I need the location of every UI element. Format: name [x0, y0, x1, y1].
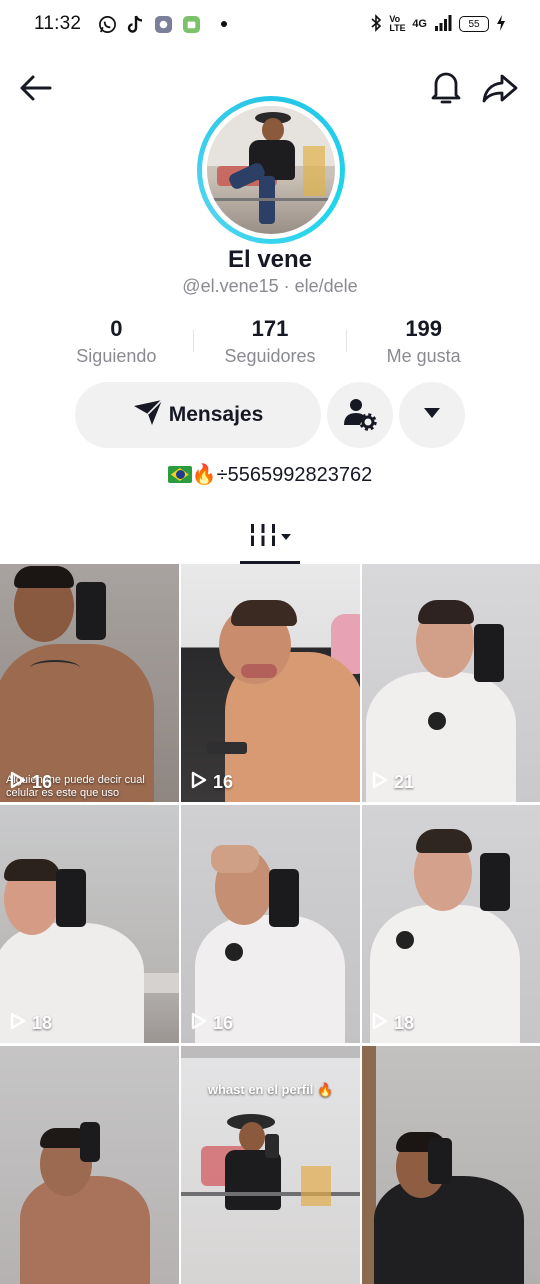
view-count-value: 21	[394, 772, 415, 792]
play-icon	[372, 1012, 388, 1035]
profile-handle: @el.vene15 · ele/dele	[182, 276, 358, 296]
following-label: Siguiendo	[76, 346, 157, 366]
video-overlay-text: whast en el perfil 🔥	[207, 1082, 334, 1097]
video-thumbnail[interactable]: whast en el perfil 🔥	[181, 1046, 360, 1284]
followers-label: Seguidores	[224, 346, 316, 366]
video-thumbnail[interactable]: 18	[0, 805, 179, 1043]
stat-followers[interactable]: 171 Seguidores	[194, 316, 347, 372]
play-icon	[10, 771, 26, 794]
view-count-value: 16	[213, 1013, 234, 1033]
video-grid: Alguien me puede decir cual celular es e…	[0, 564, 540, 1284]
avatar-border	[202, 101, 340, 239]
followers-count: 171	[251, 316, 289, 341]
view-count: 21	[372, 771, 414, 794]
more-notifications-dot	[221, 21, 228, 27]
share-icon[interactable]	[480, 68, 520, 108]
brazil-flag-icon	[167, 466, 192, 483]
content-tabs	[0, 510, 540, 564]
send-icon	[133, 398, 163, 432]
video-thumbnail[interactable]: 18	[362, 805, 540, 1043]
view-count: 18	[372, 1012, 414, 1035]
video-thumbnail[interactable]	[0, 1046, 179, 1284]
view-count-value: 18	[394, 1013, 415, 1033]
back-arrow-icon[interactable]	[18, 70, 54, 106]
video-thumbnail[interactable]	[362, 1046, 540, 1284]
stat-following[interactable]: 0 Siguiendo	[40, 316, 193, 372]
profile-bio: 🔥÷5565992823762	[0, 462, 540, 487]
profile-name: El vene	[227, 246, 313, 273]
play-icon	[191, 771, 207, 794]
view-count: 16	[10, 771, 52, 794]
video-thumbnail[interactable]: 21	[362, 564, 540, 802]
profile-stats: 0 Siguiendo 171 Seguidores 199 Me gusta	[40, 316, 500, 372]
play-icon	[191, 1012, 207, 1035]
android-app-icon	[181, 14, 201, 34]
user-settings-button[interactable]	[327, 382, 393, 448]
video-thumbnail[interactable]: Alguien me puede decir cual celular es e…	[0, 564, 179, 802]
following-count: 0	[110, 316, 123, 341]
likes-label: Me gusta	[386, 346, 461, 366]
network-type: 4G	[412, 18, 427, 30]
tiktok-icon	[125, 14, 145, 34]
view-count-value: 18	[32, 1013, 53, 1033]
view-count: 16	[191, 771, 233, 794]
stat-likes: 199 Me gusta	[347, 316, 500, 372]
more-options-dropdown[interactable]	[399, 382, 465, 448]
play-icon	[372, 771, 388, 794]
charging-icon	[496, 14, 506, 34]
app-notification-icon	[153, 14, 173, 34]
bluetooth-icon	[370, 13, 382, 35]
avatar-story-ring[interactable]	[197, 96, 345, 244]
video-thumbnail[interactable]: 16	[181, 805, 360, 1043]
avatar	[207, 106, 335, 234]
status-time: 11:32	[34, 13, 82, 34]
tab-videos[interactable]	[240, 516, 300, 558]
volte-indicator: Vo LTE	[389, 14, 406, 33]
video-thumbnail[interactable]: 16	[181, 564, 360, 802]
signal-icon	[434, 14, 452, 34]
view-count-value: 16	[32, 772, 53, 792]
bell-icon[interactable]	[428, 68, 464, 106]
view-count: 18	[10, 1012, 52, 1035]
tab-dropdown-caret-icon	[281, 528, 291, 546]
whatsapp-icon	[97, 14, 117, 34]
battery-level: 55	[468, 18, 480, 30]
user-gear-icon	[342, 395, 378, 436]
message-button-label: Mensajes	[168, 403, 264, 426]
message-button[interactable]: Mensajes	[75, 382, 321, 448]
video-grid-icon	[249, 521, 277, 554]
likes-count: 199	[405, 316, 443, 341]
bio-text: 🔥÷5565992823762	[191, 464, 373, 486]
view-count-value: 16	[213, 772, 234, 792]
profile-actions: Mensajes	[0, 382, 540, 450]
view-count: 16	[191, 1012, 233, 1035]
play-icon	[10, 1012, 26, 1035]
battery-icon: 55	[459, 16, 489, 32]
status-bar: 11:32 Vo LTE 4G 55	[0, 0, 540, 48]
caret-down-icon	[423, 406, 441, 424]
